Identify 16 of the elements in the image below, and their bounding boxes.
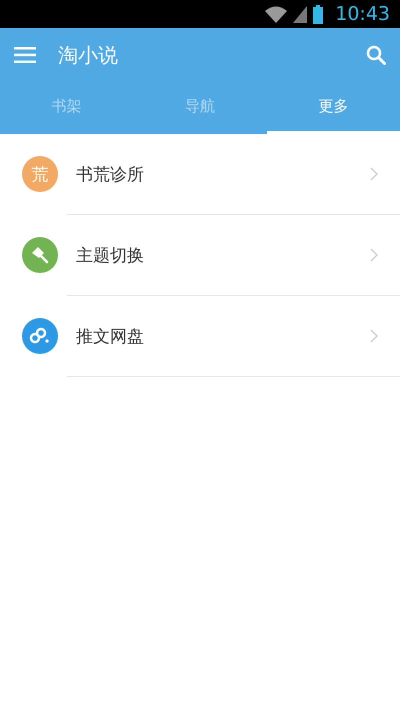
- battery-icon: [313, 4, 324, 24]
- chevron-right-icon: [370, 167, 378, 181]
- status-time: 10:43: [335, 3, 390, 25]
- menu-item-label[interactable]: 主题切换: [76, 244, 370, 266]
- menu-item-label[interactable]: 书荒诊所: [76, 162, 370, 186]
- chevron-right-icon: [370, 329, 378, 343]
- brush-icon: [30, 245, 50, 265]
- menu-icon[interactable]: [14, 47, 36, 63]
- wifi-icon: [265, 6, 288, 22]
- search-icon[interactable]: [366, 45, 386, 65]
- menu-item-label[interactable]: 推文网盘: [76, 324, 370, 348]
- signal-icon: [293, 6, 308, 22]
- chevron-right-icon: [370, 248, 378, 262]
- link-icon: [29, 327, 51, 345]
- app-title: 淘小说: [58, 42, 119, 68]
- letter-badge: 荒: [22, 156, 58, 192]
